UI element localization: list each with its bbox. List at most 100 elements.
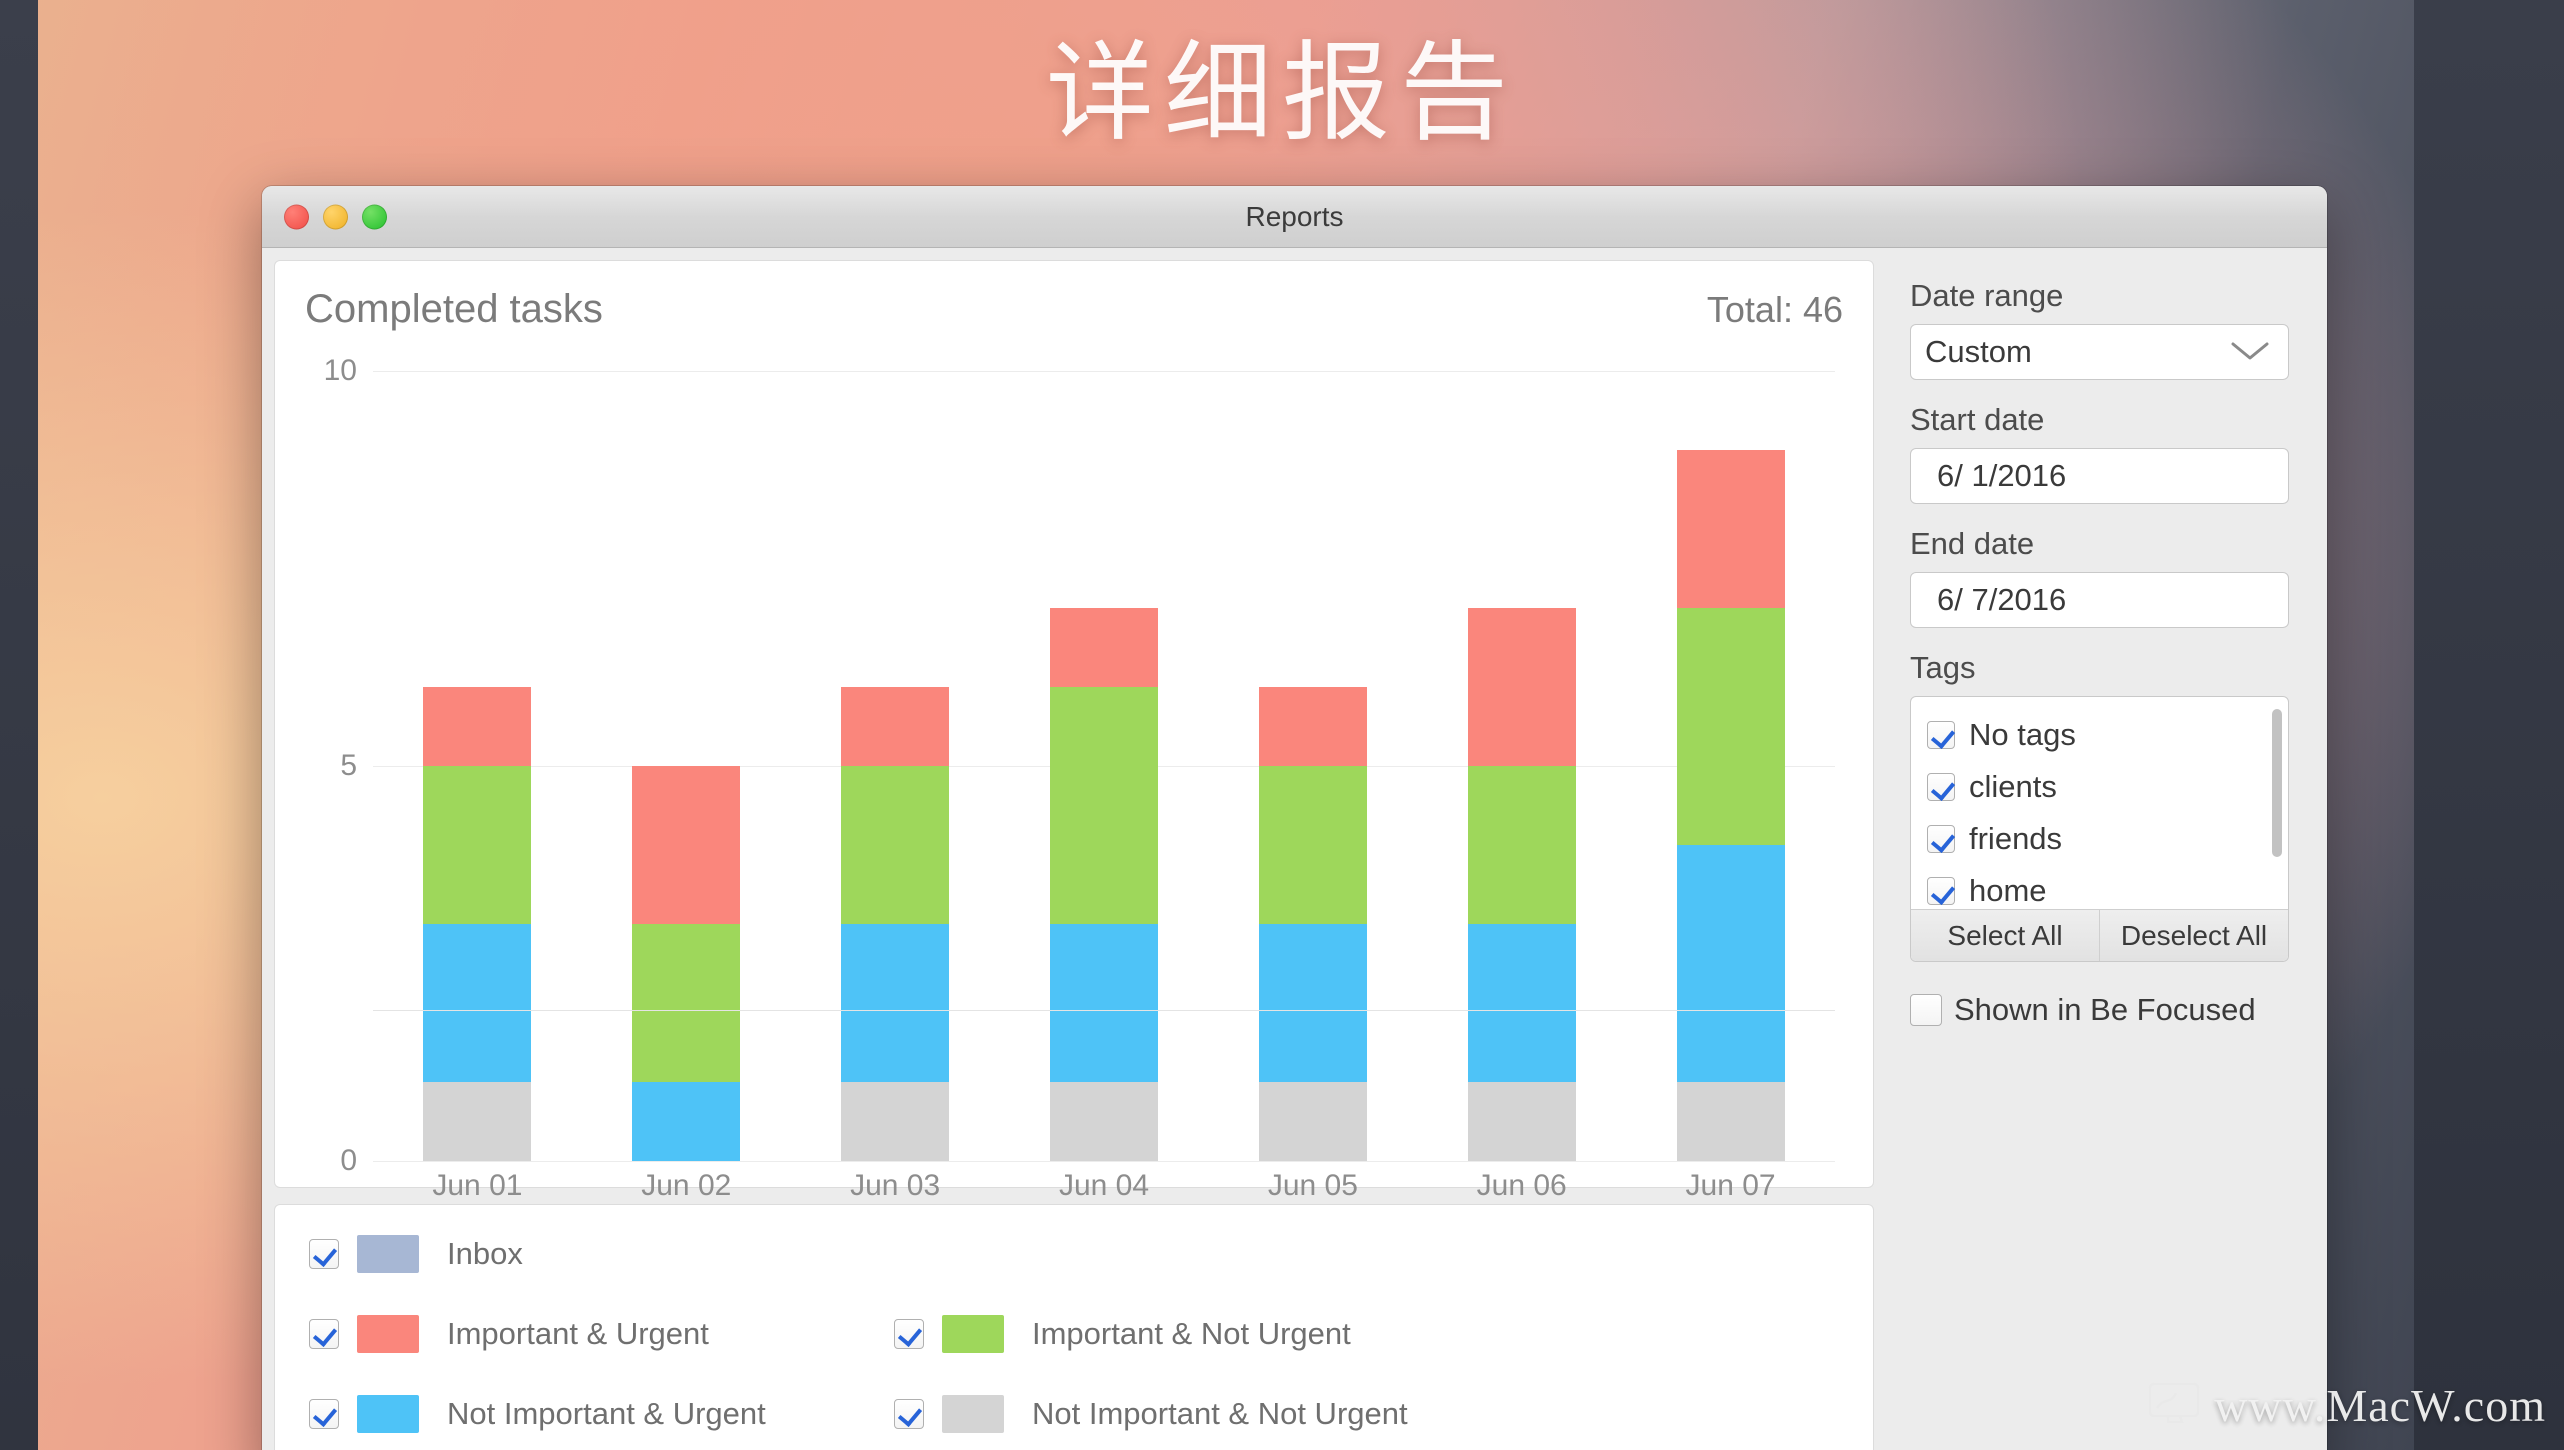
bar-segment[interactable] <box>1050 608 1158 687</box>
tags-scrollbar-thumb[interactable] <box>2272 709 2282 857</box>
bar-segment[interactable] <box>1258 687 1367 766</box>
tag-row[interactable]: friends <box>1927 813 2288 865</box>
legend-item[interactable]: Not Important & Not Urgent <box>894 1395 1408 1433</box>
bar-segment[interactable] <box>841 924 950 1082</box>
bar-segment[interactable] <box>423 1082 532 1161</box>
shown-in-be-focused-row[interactable]: Shown in Be Focused <box>1910 992 2289 1028</box>
legend-color-swatch <box>942 1395 1004 1433</box>
bar-segment[interactable] <box>1258 1082 1367 1161</box>
bar-segment[interactable] <box>632 1082 741 1161</box>
chart-total-label: Total: 46 <box>1706 289 1843 330</box>
bar-group[interactable]: Jun 01 <box>373 371 582 1202</box>
legend-label: Inbox <box>447 1236 523 1271</box>
x-axis-tick: Jun 06 <box>1476 1169 1567 1202</box>
bar-segment[interactable] <box>423 687 532 766</box>
legend-item[interactable]: Not Important & Urgent <box>309 1395 894 1433</box>
bar-segment[interactable] <box>841 1082 950 1161</box>
tag-label: No tags <box>1969 717 2076 752</box>
deselect-all-button[interactable]: Deselect All <box>2099 910 2288 961</box>
chart-plot-area: 0 5 10 Jun 01 Jun 02 Jun 03 Jun 04 Jun 05 Jun 0… <box>305 354 1843 1202</box>
bar-segment[interactable] <box>1050 1082 1158 1161</box>
legend-checkbox[interactable] <box>894 1399 924 1429</box>
legend-item[interactable]: Important & Not Urgent <box>894 1315 1351 1353</box>
window-content: Completed tasks Total: 46 0 5 10 Jun 01 Jun… <box>262 248 2327 1450</box>
monitor-icon <box>2148 1381 2200 1430</box>
bar-segment[interactable] <box>1258 766 1367 924</box>
bar-stack[interactable] <box>1676 450 1785 1161</box>
bar-segment[interactable] <box>423 766 532 924</box>
bar-group[interactable]: Jun 02 <box>582 371 791 1202</box>
legend-color-swatch <box>942 1315 1004 1353</box>
tag-checkbox[interactable] <box>1927 825 1955 853</box>
tag-checkbox[interactable] <box>1927 773 1955 801</box>
tag-checkbox[interactable] <box>1927 721 1955 749</box>
bar-group[interactable]: Jun 04 <box>1000 371 1209 1202</box>
start-date-input[interactable]: 6/ 1/2016 <box>1910 448 2289 504</box>
legend-row: Important & Urgent Important & Not Urgent <box>309 1315 1839 1353</box>
bar-stack[interactable] <box>632 766 741 1161</box>
bar-segment[interactable] <box>841 687 950 766</box>
shown-in-be-focused-checkbox[interactable] <box>1910 994 1942 1026</box>
tags-list: No tags clients friends home <box>1911 697 2288 917</box>
watermark: www.MacW.com <box>2148 1379 2546 1432</box>
legend-checkbox[interactable] <box>894 1319 924 1349</box>
chart-bars: Jun 01 Jun 02 Jun 03 Jun 04 Jun 05 Jun 06 Jun … <box>373 371 1835 1202</box>
x-axis-tick: Jun 03 <box>850 1169 941 1202</box>
chart-plot-inner: 0 5 10 Jun 01 Jun 02 Jun 03 Jun 04 Jun 05 Jun 0… <box>324 354 1835 1202</box>
bar-segment[interactable] <box>423 924 532 1082</box>
bar-group[interactable]: Jun 06 <box>1417 371 1626 1202</box>
y-axis-tick: 10 <box>323 354 357 387</box>
legend-label: Important & Not Urgent <box>1032 1316 1351 1351</box>
bar-segment[interactable] <box>632 924 741 1082</box>
bar-segment[interactable] <box>1676 608 1785 845</box>
legend-checkbox[interactable] <box>309 1319 339 1349</box>
legend-item[interactable]: Inbox <box>309 1235 894 1273</box>
bar-stack[interactable] <box>1467 608 1576 1161</box>
bar-stack[interactable] <box>841 687 950 1161</box>
bar-segment[interactable] <box>1467 924 1576 1082</box>
bar-segment[interactable] <box>1676 845 1785 1082</box>
bar-segment[interactable] <box>632 766 741 924</box>
legend-color-swatch <box>357 1235 419 1273</box>
bar-segment[interactable] <box>1467 1082 1576 1161</box>
bar-group[interactable]: Jun 05 <box>1208 371 1417 1202</box>
chart-x-axis <box>373 1010 1835 1011</box>
bar-stack[interactable] <box>1050 608 1158 1161</box>
watermark-text: www.MacW.com <box>2214 1380 2546 1431</box>
tags-label: Tags <box>1910 650 1976 685</box>
bar-segment[interactable] <box>841 766 950 924</box>
date-range-select[interactable]: Custom <box>1910 324 2289 380</box>
completed-tasks-chart-card: Completed tasks Total: 46 0 5 10 Jun 01 Jun… <box>274 260 1874 1202</box>
tags-list-box: No tags clients friends home Select All Des… <box>1910 696 2289 962</box>
tag-label: friends <box>1969 821 2063 856</box>
end-date-label: End date <box>1910 526 2035 561</box>
date-range-label: Date range <box>1910 278 2064 313</box>
bar-stack[interactable] <box>423 687 532 1161</box>
bar-group[interactable]: Jun 03 <box>791 371 1000 1202</box>
tag-row[interactable]: clients <box>1927 761 2288 813</box>
bar-segment[interactable] <box>1467 766 1576 924</box>
legend-checkbox[interactable] <box>309 1239 339 1269</box>
bar-group[interactable]: Jun 07 <box>1626 371 1835 1202</box>
bar-segment[interactable] <box>1050 924 1158 1082</box>
bar-segment[interactable] <box>1676 450 1785 608</box>
tag-checkbox[interactable] <box>1927 877 1955 905</box>
legend-checkbox[interactable] <box>309 1399 339 1429</box>
tags-scrollbar[interactable] <box>2272 709 2282 941</box>
bar-segment[interactable] <box>1467 608 1576 766</box>
window-titlebar[interactable]: Reports <box>262 186 2327 248</box>
bar-stack[interactable] <box>1258 687 1367 1161</box>
reports-window: Reports Completed tasks Total: 46 0 5 10 J… <box>262 186 2327 1450</box>
x-axis-tick: Jun 02 <box>641 1169 732 1202</box>
end-date-input[interactable]: 6/ 7/2016 <box>1910 572 2289 628</box>
start-date-label: Start date <box>1910 402 2045 437</box>
bar-segment[interactable] <box>1676 1082 1785 1161</box>
legend-item[interactable]: Important & Urgent <box>309 1315 894 1353</box>
legend-row: Inbox <box>309 1235 1839 1273</box>
legend-row: Not Important & Urgent Not Important & No… <box>309 1395 1839 1433</box>
chart-title: Completed tasks <box>305 287 603 331</box>
bar-segment[interactable] <box>1050 687 1158 924</box>
select-all-button[interactable]: Select All <box>1911 910 2099 961</box>
bar-segment[interactable] <box>1258 924 1367 1082</box>
tag-row[interactable]: No tags <box>1927 709 2288 761</box>
